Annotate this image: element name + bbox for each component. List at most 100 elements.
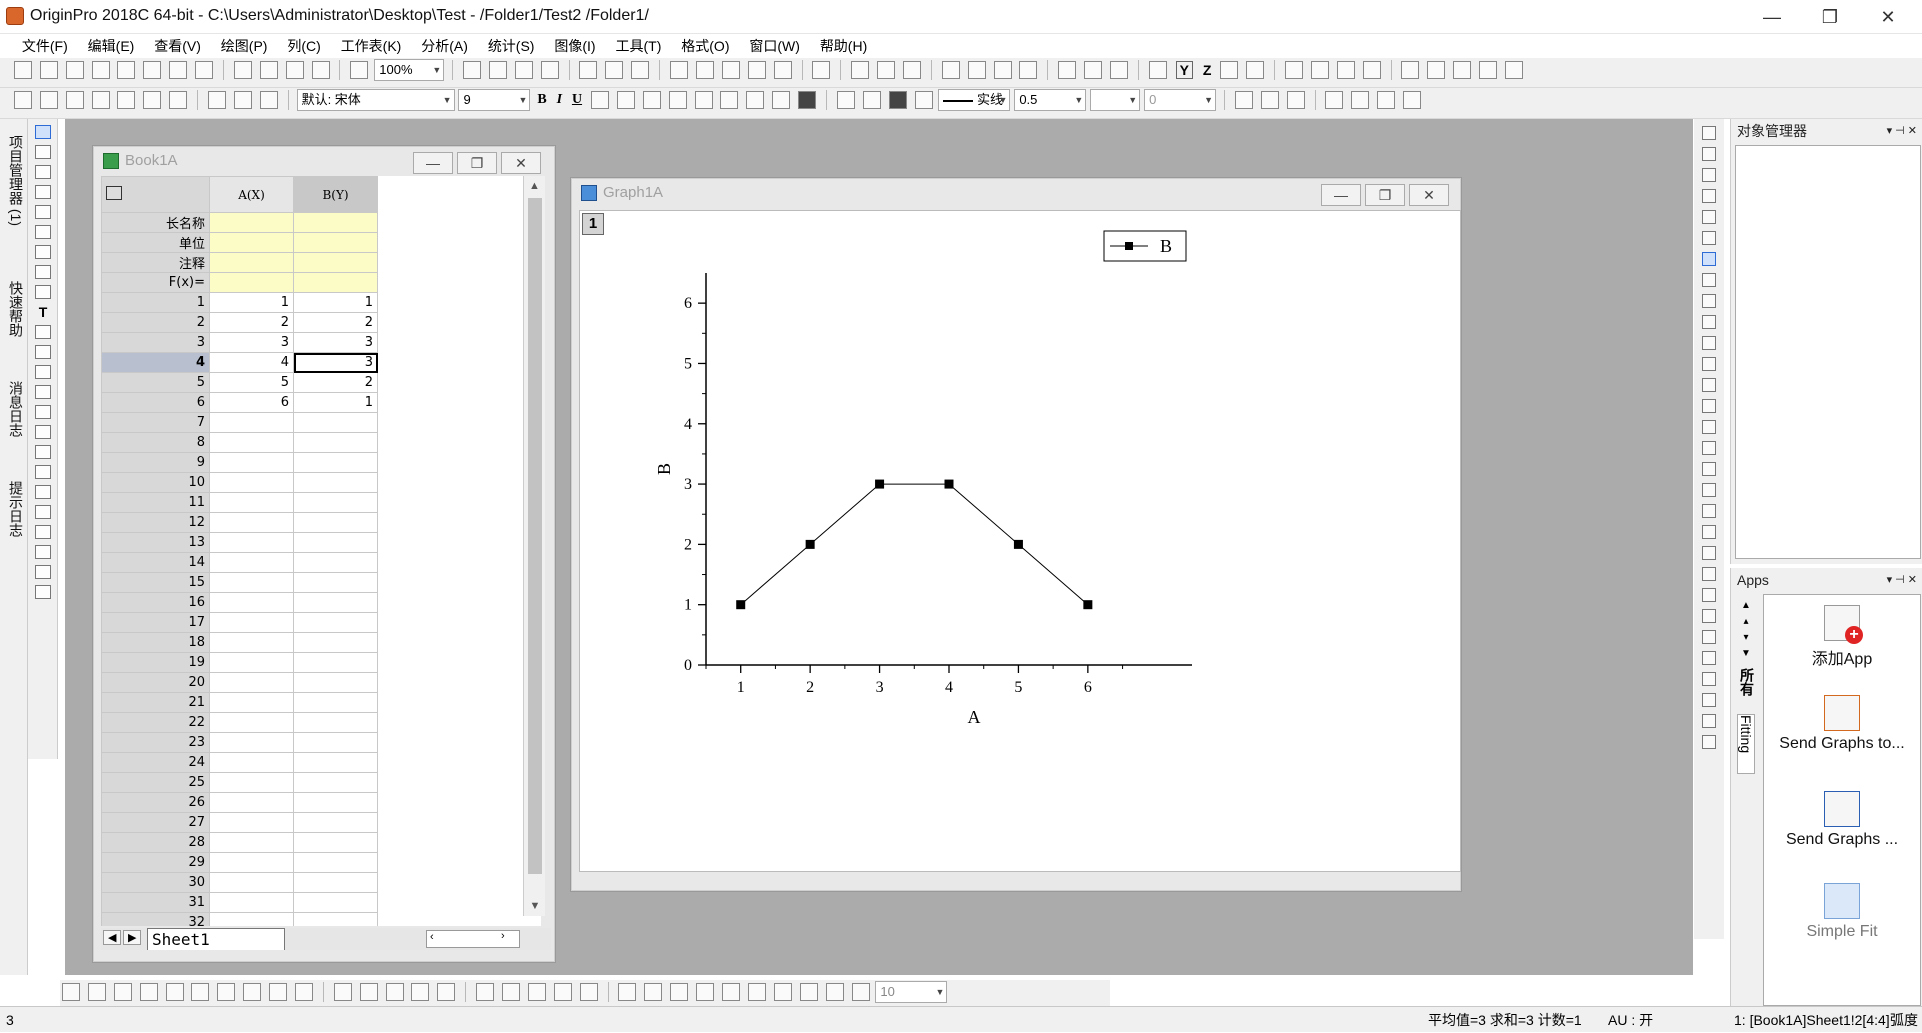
- layer-icon-b[interactable]: [1702, 294, 1716, 308]
- cell-a[interactable]: [209, 532, 294, 553]
- cell-b[interactable]: [293, 532, 378, 553]
- object-manager-tree[interactable]: [1735, 145, 1921, 559]
- close-button[interactable]: ✕: [1866, 4, 1910, 30]
- cell-b[interactable]: [293, 612, 378, 633]
- arrange-icon-4[interactable]: [1702, 546, 1716, 560]
- table-row[interactable]: 661: [101, 392, 378, 413]
- symbol-icon[interactable]: [914, 91, 933, 109]
- column-plot-icon[interactable]: [139, 983, 158, 1001]
- layer-align-icon[interactable]: [1702, 126, 1716, 140]
- cell-a[interactable]: 5: [209, 372, 294, 393]
- plot3d-icon-1[interactable]: [333, 983, 352, 1001]
- graph-tool-icon[interactable]: [1702, 252, 1716, 266]
- matrix-tool-icon[interactable]: [91, 91, 110, 109]
- rect-tool-icon[interactable]: [35, 385, 51, 399]
- hscroll-right-icon[interactable]: ›: [501, 930, 505, 942]
- rotate-icon-2[interactable]: [502, 983, 521, 1001]
- scatter-plot-icon[interactable]: [87, 983, 106, 1001]
- last-icon[interactable]: [1362, 61, 1381, 79]
- cell-a[interactable]: 2: [209, 312, 294, 333]
- table-icon[interactable]: [1286, 91, 1305, 109]
- meta-cell[interactable]: [293, 272, 378, 293]
- menu-edit[interactable]: 编辑(E): [80, 34, 143, 58]
- layer-tool-icon[interactable]: [35, 485, 51, 499]
- data-selector-icon[interactable]: [35, 225, 51, 239]
- row-header[interactable]: 28: [101, 832, 210, 853]
- refresh-icon[interactable]: [488, 61, 507, 79]
- insert-graph-icon[interactable]: [35, 445, 51, 459]
- row-header[interactable]: 31: [101, 892, 210, 913]
- box-icon[interactable]: [1019, 61, 1038, 79]
- layer-icon-a[interactable]: [1702, 273, 1716, 287]
- stat-plot-icon[interactable]: [191, 983, 210, 1001]
- table-row[interactable]: 333: [101, 332, 378, 353]
- cut-icon[interactable]: [208, 91, 227, 109]
- new-function-icon[interactable]: [143, 61, 162, 79]
- open-excel-icon[interactable]: [259, 61, 278, 79]
- cell-b[interactable]: 3: [293, 352, 378, 373]
- col-stats-icon[interactable]: [941, 61, 960, 79]
- set-none-icon[interactable]: [1246, 61, 1265, 79]
- rotate-icon-1[interactable]: [476, 983, 495, 1001]
- table-row[interactable]: 16: [101, 592, 378, 613]
- area-plot-icon[interactable]: [217, 983, 236, 1001]
- table-row[interactable]: 12: [101, 512, 378, 533]
- table-row[interactable]: 9: [101, 452, 378, 473]
- fill-color-icon[interactable]: [836, 91, 855, 109]
- graph-maximize-button[interactable]: ❐: [1365, 184, 1405, 206]
- workbook-window[interactable]: Book1A — ❐ ✕ A(X) B(Y) 长名称 单位 注释 F(x)= 1…: [92, 145, 556, 963]
- table-row[interactable]: 552: [101, 372, 378, 393]
- tab-hint-log[interactable]: 提示日志: [2, 469, 26, 549]
- pattern-fill-icon[interactable]: [1234, 91, 1253, 109]
- row-header[interactable]: 20: [101, 672, 210, 693]
- bold-button[interactable]: B: [537, 92, 546, 108]
- rotate-icon-5[interactable]: [579, 983, 598, 1001]
- paste-icon[interactable]: [259, 91, 278, 109]
- plot3d-icon-3[interactable]: [385, 983, 404, 1001]
- arrow-size-select[interactable]: 0 ▼: [1144, 89, 1217, 111]
- vscroll-thumb[interactable]: [528, 198, 542, 874]
- graph-page[interactable]: 1 0 1 2 3 4 5 6 1 2 3 4 5 6 A B B: [579, 210, 1461, 872]
- meta-cell[interactable]: [293, 232, 378, 253]
- copy-icon[interactable]: [233, 91, 252, 109]
- table-row[interactable]: 23: [101, 732, 378, 753]
- set-x-icon[interactable]: [1148, 61, 1167, 79]
- arrange-icon-3[interactable]: [1702, 525, 1716, 539]
- cell-a[interactable]: [209, 792, 294, 813]
- menu-file[interactable]: 文件(F): [14, 34, 76, 58]
- table-row[interactable]: 10: [101, 472, 378, 493]
- new-layout-icon[interactable]: [117, 61, 136, 79]
- frame-icon-4[interactable]: [1702, 420, 1716, 434]
- pointer-icon[interactable]: [35, 125, 51, 139]
- matrix-grid-icon[interactable]: [35, 585, 51, 599]
- row-header[interactable]: 14: [101, 552, 210, 573]
- align-icon[interactable]: [746, 91, 765, 109]
- cell-b[interactable]: [293, 512, 378, 533]
- arrow-tool-icon[interactable]: [35, 345, 51, 359]
- cell-a[interactable]: [209, 512, 294, 533]
- arrange-icon-8[interactable]: [1702, 630, 1716, 644]
- sheet-hscroll[interactable]: ‹: [426, 930, 520, 948]
- cell-a[interactable]: 4: [209, 352, 294, 373]
- line-tool-icon[interactable]: [35, 365, 51, 379]
- menu-statistics[interactable]: 统计(S): [480, 34, 543, 58]
- row-header[interactable]: 16: [101, 592, 210, 613]
- graph-titlebar[interactable]: Graph1A — ❐ ✕: [571, 178, 1461, 208]
- row-header[interactable]: 18: [101, 632, 210, 653]
- cell-b[interactable]: [293, 712, 378, 733]
- add-app-item[interactable]: + 添加App: [1772, 605, 1912, 669]
- filter-clear-icon[interactable]: [1084, 61, 1103, 79]
- arrange-icon-13[interactable]: [1702, 735, 1716, 749]
- row-header[interactable]: 17: [101, 612, 210, 633]
- row-header[interactable]: 10: [101, 472, 210, 493]
- script-window-icon[interactable]: [579, 61, 598, 79]
- cell-b[interactable]: [293, 572, 378, 593]
- recalculate-icon[interactable]: [350, 61, 369, 79]
- import-wizard-icon[interactable]: [1427, 61, 1446, 79]
- cell-a[interactable]: [209, 652, 294, 673]
- frame-icon-1[interactable]: [1702, 357, 1716, 371]
- italic-button[interactable]: I: [557, 92, 562, 108]
- annotate-icon[interactable]: [35, 325, 51, 339]
- bottom-value-select[interactable]: 10 ▼: [875, 981, 948, 1003]
- import-multi-icon[interactable]: [1505, 61, 1524, 79]
